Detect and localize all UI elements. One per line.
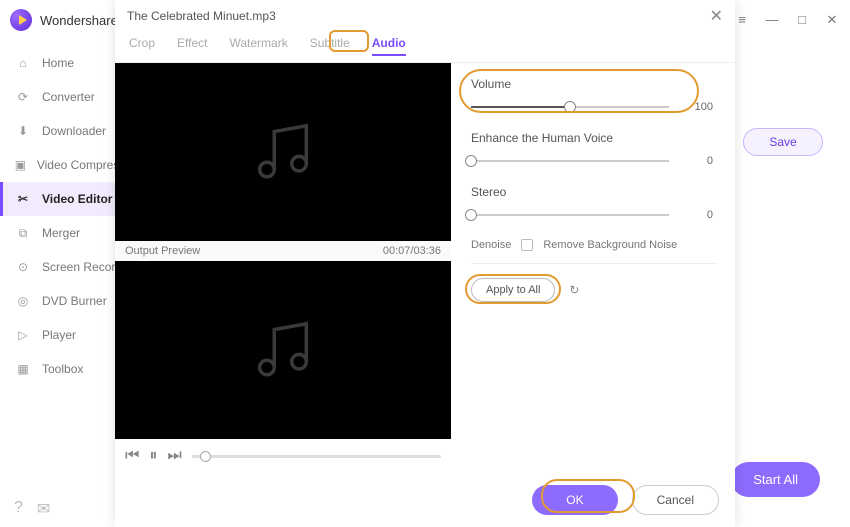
source-preview xyxy=(115,63,451,241)
start-all-button[interactable]: Start All xyxy=(731,462,820,497)
preview-column: Output Preview 00:07/03:36 ⏮ ⏸ ⏭ xyxy=(115,63,451,473)
sidebar-item-label: DVD Burner xyxy=(42,294,107,308)
reset-icon[interactable]: ↻ xyxy=(569,283,579,297)
volume-slider[interactable] xyxy=(471,106,669,108)
window-maximize-icon[interactable]: □ xyxy=(794,12,810,28)
enhance-label: Enhance the Human Voice xyxy=(471,131,717,145)
preview-time: 00:07/03:36 xyxy=(383,245,441,257)
tab-crop[interactable]: Crop xyxy=(129,36,155,56)
window-close-icon[interactable]: ✕ xyxy=(824,12,840,28)
help-icon[interactable]: ? xyxy=(14,499,23,519)
sidebar-item-label: Player xyxy=(42,328,76,342)
sidebar-item-label: Downloader xyxy=(42,124,106,138)
audio-settings: Volume 100 Enhance the Human Voice 0 Ste… xyxy=(451,63,735,473)
grid-icon: ▦ xyxy=(14,360,32,378)
stereo-slider[interactable] xyxy=(471,214,669,216)
modal-tabs: Crop Effect Watermark Subtitle Audio xyxy=(115,26,735,63)
ok-button[interactable]: OK xyxy=(532,485,617,515)
download-icon: ⬇ xyxy=(14,122,32,140)
modal-footer: OK Cancel xyxy=(115,473,735,527)
seek-slider[interactable] xyxy=(192,455,441,458)
stereo-label: Stereo xyxy=(471,185,717,199)
converter-icon: ⟳ xyxy=(14,88,32,106)
music-note-icon xyxy=(248,315,318,385)
app-logo-icon xyxy=(10,9,32,31)
pause-icon[interactable]: ⏸ xyxy=(149,447,157,465)
apply-to-all-button[interactable]: Apply to All xyxy=(471,278,555,302)
output-preview-label: Output Preview xyxy=(125,245,200,257)
tab-effect[interactable]: Effect xyxy=(177,36,207,56)
hamburger-icon[interactable]: ≡ xyxy=(734,12,750,28)
window-minimize-icon[interactable]: — xyxy=(764,12,780,28)
next-frame-icon[interactable]: ⏭ xyxy=(167,447,181,465)
sidebar-item-label: Home xyxy=(42,56,74,70)
sidebar-item-label: Merger xyxy=(42,226,80,240)
prev-frame-icon[interactable]: ⏮ xyxy=(125,447,139,465)
tab-subtitle[interactable]: Subtitle xyxy=(310,36,350,56)
denoise-label: Denoise xyxy=(471,239,511,251)
enhance-slider[interactable] xyxy=(471,160,669,162)
sidebar-item-label: Video Editor xyxy=(42,192,112,206)
tab-audio[interactable]: Audio xyxy=(372,36,406,56)
feedback-icon[interactable]: ✉ xyxy=(37,499,50,519)
sidebar-item-label: Toolbox xyxy=(42,362,83,376)
scissors-icon: ✂ xyxy=(14,190,32,208)
denoise-option-label: Remove Background Noise xyxy=(543,239,677,251)
tab-watermark[interactable]: Watermark xyxy=(229,36,287,56)
disc-icon: ◎ xyxy=(14,292,32,310)
save-button[interactable]: Save xyxy=(743,128,823,156)
compress-icon: ▣ xyxy=(14,156,27,174)
music-note-icon xyxy=(248,117,318,187)
modal-close-icon[interactable]: ✕ xyxy=(710,6,723,26)
cancel-button[interactable]: Cancel xyxy=(632,485,719,515)
sidebar-item-label: Converter xyxy=(42,90,95,104)
home-icon: ⌂ xyxy=(14,54,32,72)
playback-bar: ⏮ ⏸ ⏭ xyxy=(115,439,451,473)
merge-icon: ⧉ xyxy=(14,224,32,242)
volume-value[interactable]: 100 xyxy=(681,99,717,115)
enhance-value[interactable]: 0 xyxy=(681,153,717,169)
record-icon: ⊙ xyxy=(14,258,32,276)
denoise-checkbox[interactable] xyxy=(521,239,533,251)
editor-modal: The Celebrated Minuet.mp3 ✕ Crop Effect … xyxy=(115,0,735,527)
play-icon: ▷ xyxy=(14,326,32,344)
output-preview xyxy=(115,261,451,439)
stereo-value[interactable]: 0 xyxy=(681,207,717,223)
modal-filename: The Celebrated Minuet.mp3 xyxy=(127,9,276,23)
volume-label: Volume xyxy=(471,77,717,91)
